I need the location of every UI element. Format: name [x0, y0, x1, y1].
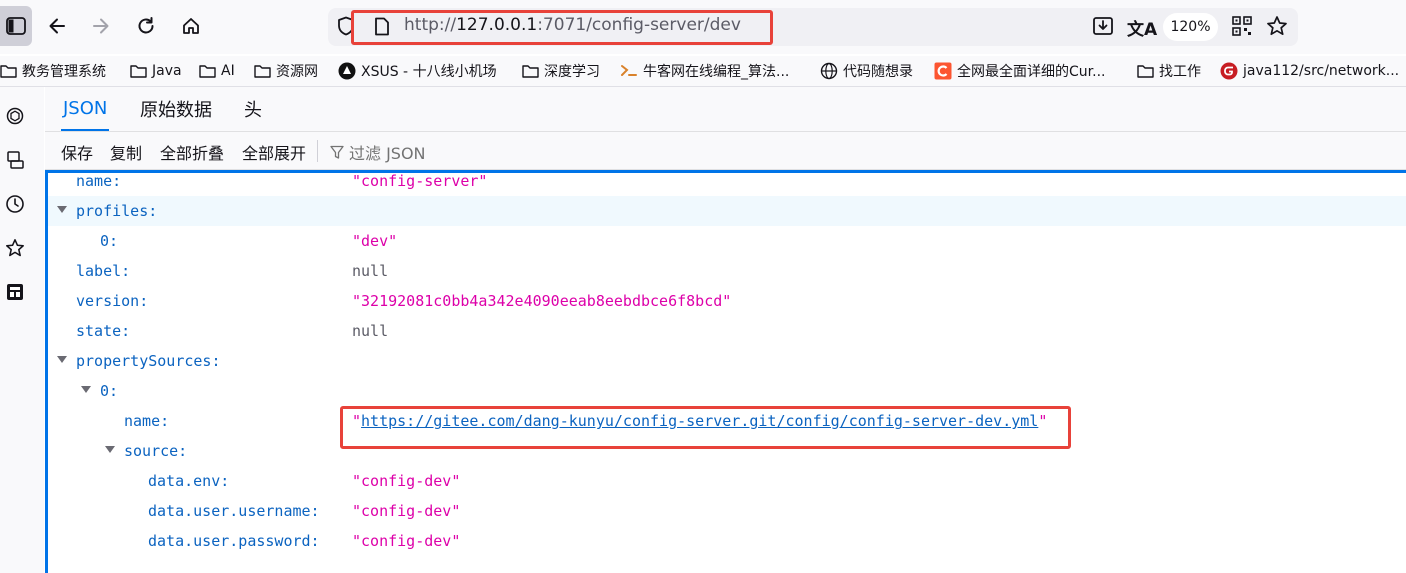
- customize-sidebar-icon[interactable]: [4, 281, 26, 303]
- folder-icon: [0, 64, 17, 78]
- json-key: name:: [76, 172, 122, 190]
- tab-headers[interactable]: 头: [244, 87, 262, 131]
- expand-toggle-icon[interactable]: [57, 206, 67, 213]
- json-value: "config-server": [352, 172, 488, 190]
- bookmark-item[interactable]: XSUS - 十八线小机场: [338, 60, 497, 82]
- browser-toolbar: http://127.0.0.1:7071/config-server/dev …: [0, 0, 1406, 54]
- json-row[interactable]: propertySources:: [48, 346, 1406, 376]
- json-value: "config-dev": [352, 532, 461, 550]
- folder-icon: [254, 64, 271, 78]
- expand-toggle-icon[interactable]: [105, 446, 115, 453]
- nowcoder-icon: [620, 63, 638, 79]
- folder-icon: [130, 64, 147, 78]
- divider: [317, 140, 318, 162]
- json-key: data.user.username:: [148, 502, 320, 520]
- tab-raw-data[interactable]: 原始数据: [140, 87, 212, 131]
- bookmark-item[interactable]: 资源网: [254, 60, 318, 82]
- folder-icon: [199, 64, 216, 78]
- arrow-left-icon: [49, 18, 65, 34]
- forward-button[interactable]: [84, 9, 118, 43]
- filter-icon: [330, 145, 344, 160]
- json-row: name: "config-server": [48, 166, 1406, 196]
- bookmarks-bar: 教务管理系统 Java AI 资源网 XSUS - 十八线小机场 深度学习 牛客…: [0, 56, 1406, 87]
- bookmark-item[interactable]: 代码随想录: [820, 60, 913, 82]
- zoom-level-button[interactable]: 120%: [1163, 13, 1218, 41]
- csdn-icon: [934, 62, 952, 80]
- bookmark-item[interactable]: 深度学习: [522, 60, 600, 82]
- expand-all-button[interactable]: 全部展开: [242, 140, 306, 164]
- json-row: label: null: [48, 256, 1406, 286]
- expand-toggle-icon[interactable]: [81, 386, 91, 393]
- json-key: propertySources:: [76, 352, 221, 370]
- json-key: name:: [124, 412, 170, 430]
- json-key: label:: [76, 262, 131, 280]
- bookmark-item[interactable]: AI: [199, 60, 235, 82]
- tab-json[interactable]: JSON: [61, 87, 110, 131]
- json-row: state: null: [48, 316, 1406, 346]
- bookmark-item[interactable]: 全网最全面详细的Cur...: [934, 60, 1105, 82]
- json-key: 0:: [100, 232, 119, 250]
- arrow-right-icon: [93, 18, 109, 34]
- browser-sidebar: [0, 87, 44, 573]
- expand-toggle-icon[interactable]: [57, 356, 67, 363]
- xsus-logo-icon: [338, 62, 356, 80]
- bookmark-item[interactable]: 找工作: [1137, 60, 1201, 82]
- json-viewer: JSON 原始数据 头 保存 复制 全部折叠 全部展开 过滤 JSON name…: [45, 87, 1406, 573]
- sidebar-toggle-button[interactable]: [0, 6, 32, 46]
- bookmark-item[interactable]: 教务管理系统: [0, 60, 106, 82]
- filter-json-input[interactable]: 过滤 JSON: [330, 140, 426, 164]
- url-highlight-box: [351, 10, 773, 45]
- json-tree: name: "config-server" profiles: 0: "dev" labe…: [45, 170, 1406, 573]
- back-button[interactable]: [40, 9, 74, 43]
- json-row: data.user.username: "config-dev": [48, 496, 1406, 526]
- qr-code-icon[interactable]: [1232, 16, 1252, 40]
- json-value: "config-dev": [352, 502, 461, 520]
- collapse-all-button[interactable]: 全部折叠: [160, 140, 224, 164]
- json-row[interactable]: 0:: [48, 376, 1406, 406]
- reload-button[interactable]: [129, 9, 163, 43]
- json-key: profiles:: [76, 202, 158, 220]
- bookmark-item[interactable]: java112/src/network...: [1220, 60, 1399, 82]
- source-name-highlight-box: [340, 406, 1071, 449]
- viewer-tabs: JSON 原始数据 头: [45, 87, 1406, 132]
- json-value: "dev": [352, 232, 398, 250]
- json-row: data.user.password: "config-dev": [48, 526, 1406, 556]
- reload-icon: [138, 17, 154, 34]
- chatgpt-icon[interactable]: [4, 105, 26, 127]
- history-icon[interactable]: [4, 193, 26, 215]
- json-row: 0: "dev": [48, 226, 1406, 256]
- bookmark-star-icon[interactable]: [1266, 15, 1288, 41]
- json-value: null: [352, 322, 389, 340]
- json-key: data.env:: [148, 472, 230, 490]
- json-key: version:: [76, 292, 149, 310]
- bookmark-item[interactable]: Java: [130, 60, 182, 82]
- gitee-icon: [1220, 62, 1238, 80]
- json-key: data.user.password:: [148, 532, 320, 550]
- home-icon: [183, 18, 199, 34]
- sidebar-icon: [6, 17, 26, 35]
- folder-icon: [1137, 64, 1154, 78]
- json-row: data.env: "config-dev": [48, 466, 1406, 496]
- json-key: state:: [76, 322, 131, 340]
- bookmark-item[interactable]: 牛客网在线编程_算法...: [620, 60, 789, 82]
- download-icon[interactable]: [1092, 16, 1114, 40]
- folder-icon: [522, 64, 539, 78]
- home-button[interactable]: [174, 9, 208, 43]
- bookmarks-icon[interactable]: [4, 237, 26, 259]
- synced-tabs-icon[interactable]: [4, 149, 26, 171]
- json-value: null: [352, 262, 389, 280]
- json-key: 0:: [100, 382, 119, 400]
- translate-icon[interactable]: 文A: [1127, 15, 1157, 40]
- viewer-action-bar: 保存 复制 全部折叠 全部展开 过滤 JSON: [45, 132, 1406, 170]
- json-key: source:: [124, 442, 188, 460]
- json-value: "config-dev": [352, 472, 461, 490]
- globe-icon: [820, 62, 838, 80]
- json-value: "32192081c0bb4a342e4090eeab8eebdbce6f8bc…: [352, 292, 732, 310]
- json-row[interactable]: profiles:: [48, 196, 1406, 226]
- copy-button[interactable]: 复制: [110, 140, 142, 164]
- save-button[interactable]: 保存: [61, 140, 93, 164]
- json-row: version: "32192081c0bb4a342e4090eeab8eebd…: [48, 286, 1406, 316]
